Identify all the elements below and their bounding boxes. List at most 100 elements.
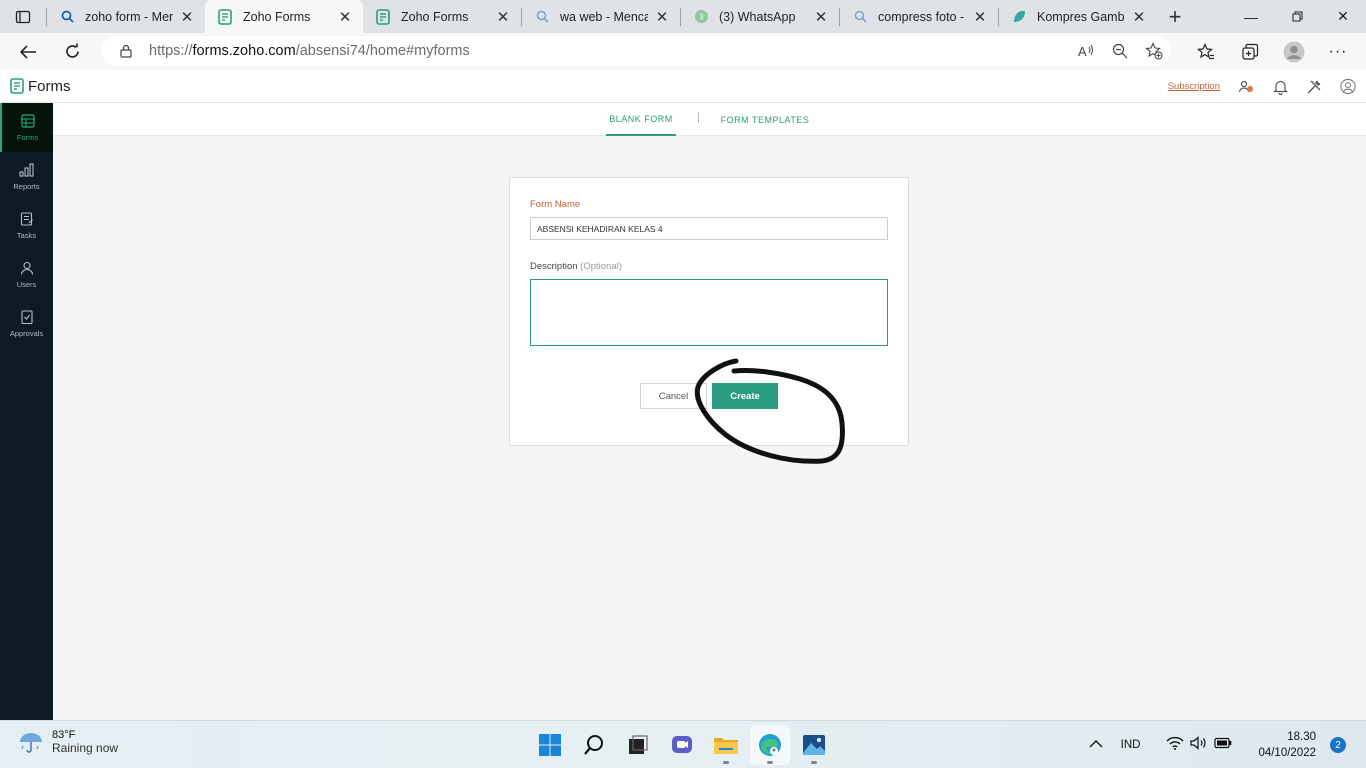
close-icon[interactable]: ✕ <box>654 9 670 26</box>
notification-badge[interactable]: 2 <box>1330 737 1346 753</box>
avatar-icon <box>1283 41 1305 62</box>
settings-more-button[interactable]: ··· <box>1316 33 1360 70</box>
rain-umbrella-icon <box>20 733 42 753</box>
forms-icon <box>20 113 36 129</box>
browser-tab-5[interactable]: 3 (3) WhatsApp ✕ <box>681 0 839 33</box>
sidebar-item-reports[interactable]: Reports <box>0 152 53 201</box>
collections-button[interactable] <box>1228 33 1272 70</box>
whatsapp-icon: 3 <box>693 9 709 25</box>
browser-toolbar: https://forms.zoho.com/absensi74/home#my… <box>0 33 1366 70</box>
tab-form-templates[interactable]: FORM TEMPLATES <box>718 103 812 136</box>
tab-blank-form[interactable]: BLANK FORM <box>606 103 676 136</box>
tasks-icon <box>19 211 35 227</box>
form-name-input[interactable]: ABSENSI KEHADIRAN KELAS 4 <box>530 217 888 240</box>
tab-title: Zoho Forms <box>401 9 469 24</box>
minimize-button[interactable]: — <box>1228 0 1274 33</box>
close-icon: ✕ <box>1337 8 1349 24</box>
browser-tab-2[interactable]: Zoho Forms ✕ <box>205 0 363 33</box>
tab-actions-button[interactable] <box>0 0 46 33</box>
task-view-button[interactable] <box>618 725 658 765</box>
input-language[interactable]: IND <box>1121 739 1141 751</box>
restore-button[interactable] <box>1274 0 1320 33</box>
form-creation-tabs: BLANK FORM FORM TEMPLATES <box>53 103 1366 136</box>
zoom-out-icon[interactable] <box>1112 43 1128 59</box>
tab-title: Zoho Forms <box>243 9 311 24</box>
bell-icon[interactable] <box>1272 79 1288 95</box>
start-button[interactable] <box>530 725 570 765</box>
lock-icon <box>120 44 132 58</box>
profile-button[interactable] <box>1272 33 1316 70</box>
description-textarea[interactable] <box>530 279 888 346</box>
close-icon[interactable]: ✕ <box>179 9 195 26</box>
close-icon[interactable]: ✕ <box>495 9 511 26</box>
weather-temperature: 83°F <box>52 729 76 741</box>
optional-hint: (Optional) <box>580 261 622 272</box>
collections-icon <box>1242 43 1259 60</box>
clock-date: 04/10/2022 <box>1258 747 1316 759</box>
back-button[interactable] <box>8 36 48 68</box>
restore-icon <box>1292 11 1302 22</box>
volume-icon[interactable] <box>1190 735 1208 755</box>
back-arrow-icon <box>19 44 36 59</box>
weather-widget[interactable]: 83°F Raining now <box>18 729 118 755</box>
taskbar-search-button[interactable] <box>574 725 614 765</box>
browser-tab-6[interactable]: compress foto - Mencari ✕ <box>840 0 998 33</box>
running-indicator <box>723 761 729 764</box>
favorites-button[interactable] <box>1184 33 1228 70</box>
wifi-icon[interactable] <box>1166 736 1184 755</box>
edge-browser-button[interactable] <box>750 725 790 765</box>
search-icon <box>852 9 868 25</box>
sidebar-item-forms[interactable]: Forms <box>0 103 53 152</box>
hand-drawn-circle-annotation <box>694 358 845 464</box>
refresh-button[interactable] <box>52 36 92 68</box>
taskbar-apps <box>530 725 834 765</box>
close-icon[interactable]: ✕ <box>1131 9 1147 26</box>
more-icon: ··· <box>1328 42 1348 60</box>
app-header: Forms Subscription <box>0 70 1366 103</box>
tab-title: (3) WhatsApp <box>719 9 796 24</box>
address-bar[interactable]: https://forms.zoho.com/absensi74/home#my… <box>101 36 1171 66</box>
users-switch-icon[interactable] <box>1238 79 1254 95</box>
chevron-up-icon[interactable] <box>1089 736 1103 754</box>
photos-icon <box>803 735 825 755</box>
leaf-icon <box>1011 9 1027 25</box>
teams-chat-button[interactable] <box>662 725 702 765</box>
header-right: Subscription <box>1168 70 1356 103</box>
new-tab-button[interactable]: + <box>1157 0 1193 33</box>
edge-icon <box>759 734 781 756</box>
photos-app-button[interactable] <box>794 725 834 765</box>
add-favorite-icon[interactable] <box>1145 42 1163 60</box>
browser-tab-strip: zoho form - Mencari ✕ Zoho Forms ✕ Zoho … <box>0 0 1366 33</box>
search-icon <box>534 9 550 25</box>
browser-tab-7[interactable]: Kompres Gambar ✕ <box>999 0 1157 33</box>
user-avatar-icon[interactable] <box>1340 78 1356 95</box>
subscription-link[interactable]: Subscription <box>1168 81 1220 92</box>
tab-title: wa web - Mencari <box>560 9 648 24</box>
read-aloud-icon[interactable]: A <box>1077 43 1095 59</box>
sidebar-item-label: Users <box>16 280 37 289</box>
browser-tab-1[interactable]: zoho form - Mencari ✕ <box>47 0 205 33</box>
window-controls: — ✕ <box>1228 0 1366 33</box>
battery-icon[interactable] <box>1214 736 1232 754</box>
browser-tab-4[interactable]: wa web - Mencari ✕ <box>522 0 680 33</box>
system-tray: IND 18.30 04/10/2022 2 <box>1089 721 1366 768</box>
sidebar-item-tasks[interactable]: Tasks <box>0 201 53 250</box>
app-logo[interactable]: Forms <box>0 78 71 95</box>
browser-tab-3[interactable]: Zoho Forms ✕ <box>363 0 521 33</box>
close-icon[interactable]: ✕ <box>813 9 829 26</box>
address-bar-icons: A <box>1077 42 1171 60</box>
close-icon[interactable]: ✕ <box>337 9 353 26</box>
sidebar-item-label: Approvals <box>9 329 44 338</box>
plus-icon: + <box>1168 3 1182 29</box>
sidebar-item-users[interactable]: Users <box>0 250 53 299</box>
tools-icon[interactable] <box>1306 79 1322 95</box>
tab-title: zoho form - Mencari <box>85 9 173 24</box>
close-icon[interactable]: ✕ <box>972 9 988 26</box>
chat-icon <box>672 736 692 753</box>
file-explorer-button[interactable] <box>706 725 746 765</box>
sidebar-item-approvals[interactable]: Approvals <box>0 299 53 348</box>
weather-description: Raining now <box>52 741 119 755</box>
close-window-button[interactable]: ✕ <box>1320 0 1366 33</box>
sidebar-item-label: Reports <box>13 182 40 191</box>
system-clock[interactable]: 18.30 04/10/2022 <box>1258 729 1316 761</box>
